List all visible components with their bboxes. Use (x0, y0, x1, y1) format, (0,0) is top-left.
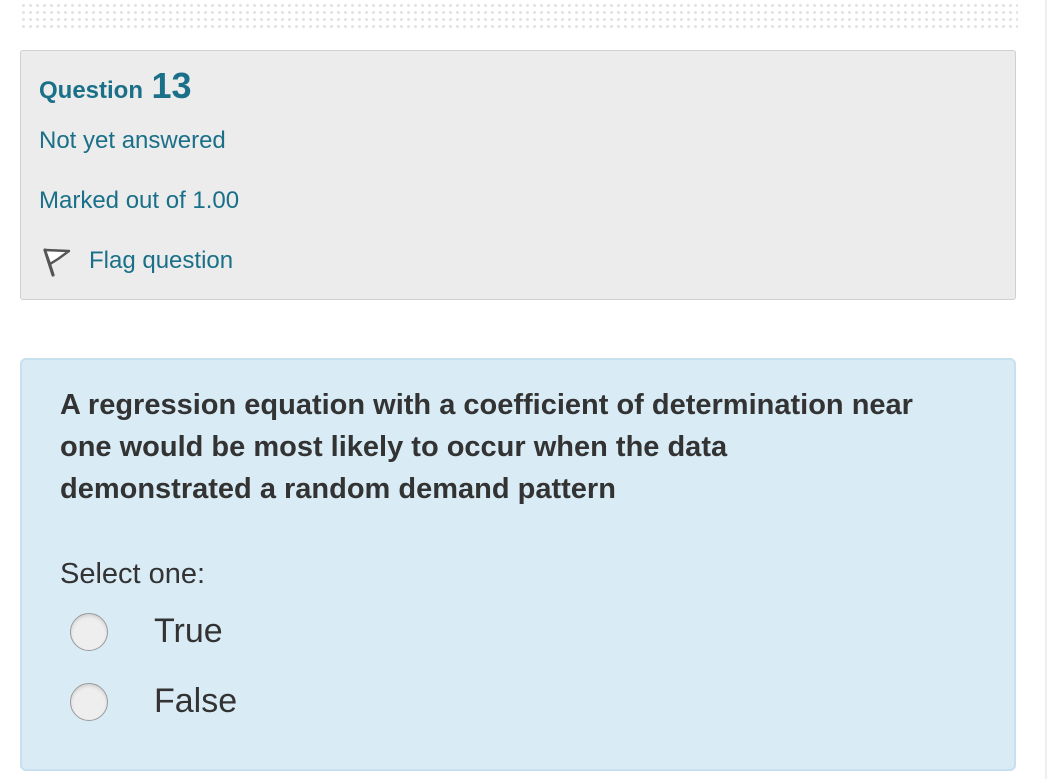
flag-icon (39, 243, 75, 279)
question-state: Not yet answered (39, 127, 226, 154)
answer-label-true: True (154, 612, 223, 650)
question-label: Question (39, 77, 144, 104)
question-content-panel: A regression equation with a coefficient… (20, 358, 1016, 771)
top-dotted-strip (20, 0, 1018, 30)
quiz-page: Question 13 Not yet answered Marked out … (0, 0, 1058, 779)
question-text: A regression equation with a coefficient… (60, 389, 913, 505)
select-one-prompt: Select one: (60, 558, 206, 590)
question-number: 13 (151, 65, 192, 106)
answer-option-false[interactable]: False (70, 682, 237, 721)
question-heading: Question 13 (39, 65, 192, 107)
radio-false[interactable] (70, 682, 108, 721)
answer-label-false: False (154, 682, 238, 720)
answer-option-true[interactable]: True (70, 612, 223, 651)
question-grade: Marked out of 1.00 (39, 187, 240, 214)
question-info-panel: Question 13 Not yet answered Marked out … (20, 50, 1016, 300)
flag-question-button[interactable]: Flag question (39, 243, 233, 279)
radio-true[interactable] (70, 612, 108, 651)
flag-question-label: Flag question (89, 247, 234, 274)
page-right-border (1045, 0, 1047, 779)
